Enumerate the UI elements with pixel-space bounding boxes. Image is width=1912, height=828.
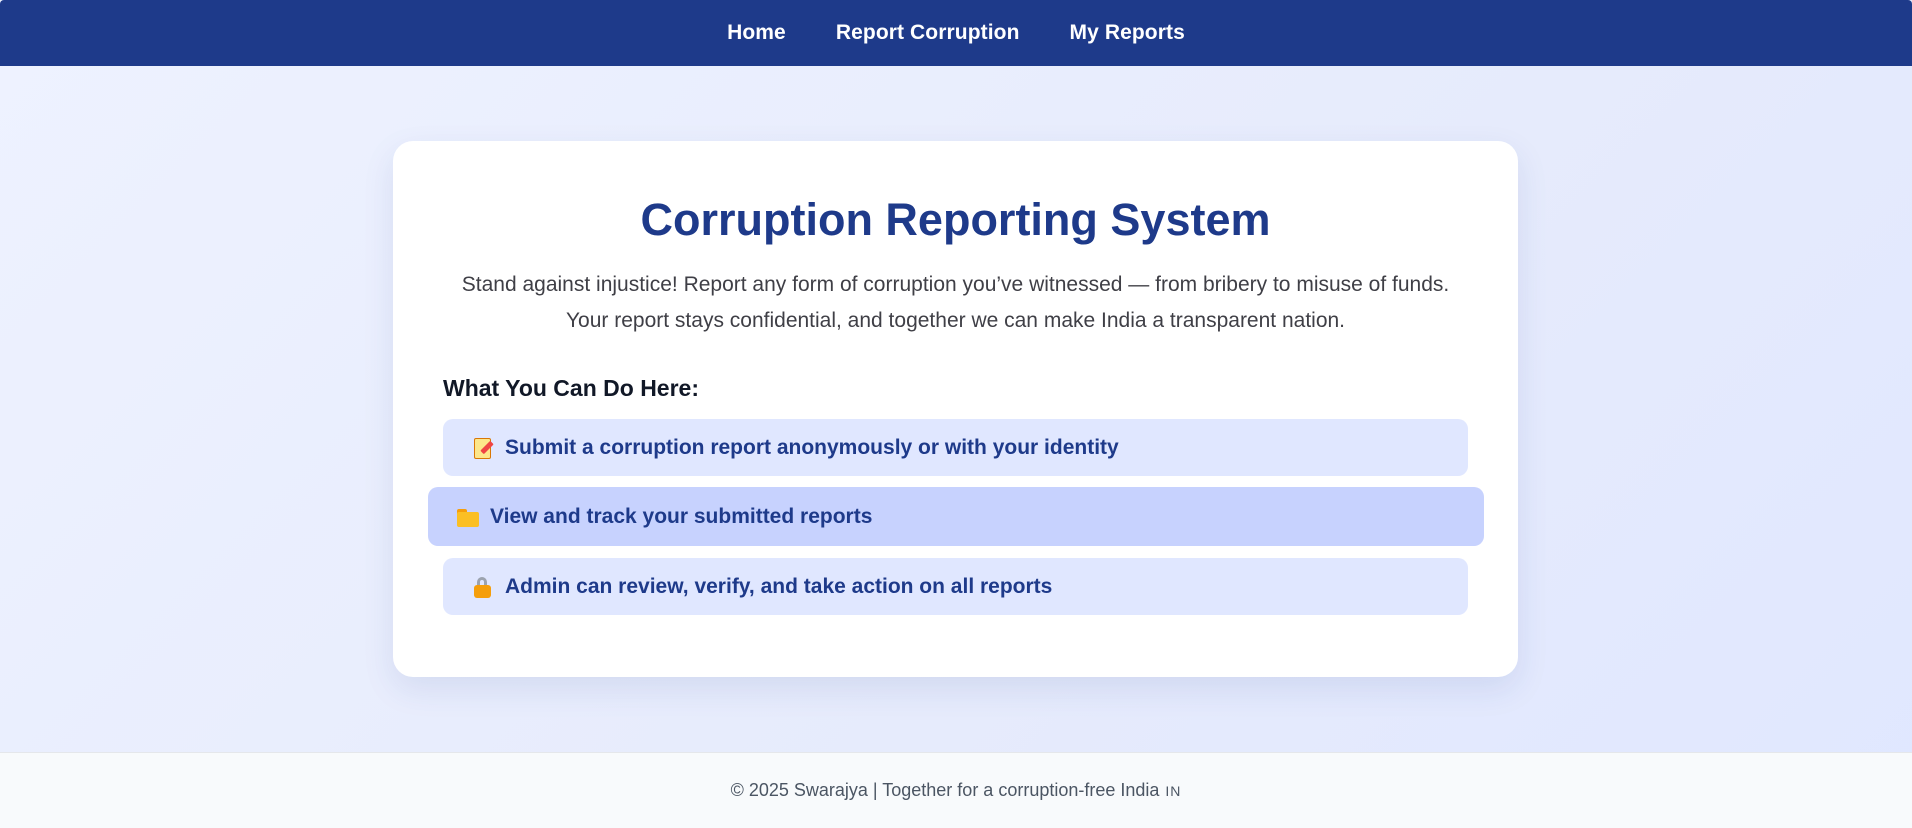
- page-title: Corruption Reporting System: [640, 194, 1271, 245]
- india-flag-icon: IN: [1165, 782, 1182, 799]
- features-heading: What You Can Do Here:: [443, 375, 699, 401]
- feature-label: View and track your submitted reports: [490, 504, 873, 528]
- intro-card: Corruption Reporting System Stand agains…: [393, 141, 1518, 677]
- lock-icon: [471, 575, 495, 599]
- nav-report-corruption-link[interactable]: Report Corruption: [836, 21, 1020, 45]
- memo-icon: [471, 436, 495, 460]
- feature-track-reports[interactable]: View and track your submitted reports: [428, 487, 1484, 546]
- intro-description: Stand against injustice! Report any form…: [461, 273, 1450, 332]
- feature-submit-report[interactable]: Submit a corruption report anonymously o…: [443, 419, 1468, 476]
- feature-label: Submit a corruption report anonymously o…: [505, 435, 1119, 459]
- top-navbar: Home Report Corruption My Reports: [0, 0, 1912, 66]
- folder-icon: [456, 505, 480, 529]
- footer-text: © 2025 Swarajya | Together for a corrupt…: [730, 780, 1160, 800]
- nav-my-reports-link[interactable]: My Reports: [1070, 21, 1185, 45]
- page-footer: © 2025 Swarajya | Together for a corrupt…: [0, 752, 1912, 828]
- feature-label: Admin can review, verify, and take actio…: [505, 574, 1053, 598]
- nav-home-link[interactable]: Home: [727, 21, 786, 45]
- feature-admin-review[interactable]: Admin can review, verify, and take actio…: [443, 558, 1468, 615]
